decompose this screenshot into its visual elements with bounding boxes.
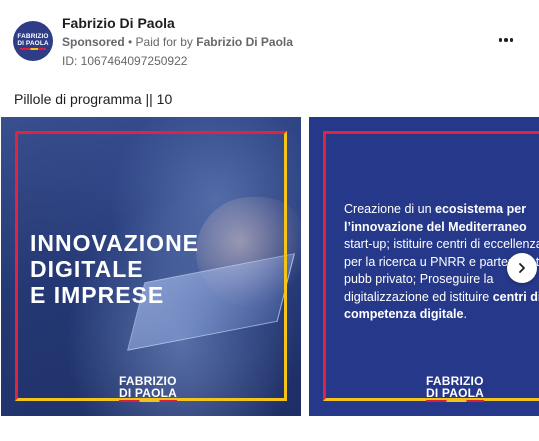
slide-brand-logo: FABRIZIO DI PAOLA [426,375,484,402]
avatar-text-line2: DI PAOLA [17,39,49,47]
slide-text-part: Creazione di un [344,202,436,216]
more-horizontal-icon [498,38,503,42]
brand-color-bar [119,400,177,402]
carousel-slide-1[interactable]: INNOVAZIONE DIGITALE E IMPRESE FABRIZIO … [1,117,301,416]
paid-for-prefix: Paid for by [135,35,197,49]
brand-line2: DI PAOLA [119,386,178,400]
slide-text-part: . [463,307,467,321]
slide-headline: INNOVAZIONE DIGITALE E IMPRESE [30,230,200,308]
more-options-button[interactable] [494,30,518,50]
avatar-color-bar [20,47,46,50]
carousel-slide-2[interactable]: Creazione di un ecosistema per l’innovaz… [309,117,539,416]
brand-line2: DI PAOLA [426,386,485,400]
meta-separator: • [124,35,136,49]
post-body-text: Pillole di programma || 10 [14,91,173,107]
brand-color-bar [426,400,484,402]
sponsored-meta: Sponsored • Paid for by Fabrizio Di Paol… [62,35,293,49]
carousel-next-button[interactable] [507,253,537,283]
paid-for-name: Fabrizio Di Paola [196,35,293,49]
chevron-right-icon [519,263,525,273]
more-dot [504,38,508,42]
page-name-link[interactable]: Fabrizio Di Paola [62,15,175,31]
ad-id: ID: 1067464097250922 [62,54,188,68]
slide-brand-logo: FABRIZIO DI PAOLA [119,375,177,402]
more-dot [509,38,514,42]
page-avatar[interactable]: FABRIZIO DI PAOLA [13,21,53,61]
sponsored-label: Sponsored [62,35,125,49]
avatar-text-line1: FABRIZIO [17,32,49,40]
ad-card: FABRIZIO DI PAOLA Fabrizio Di Paola Spon… [0,0,539,441]
